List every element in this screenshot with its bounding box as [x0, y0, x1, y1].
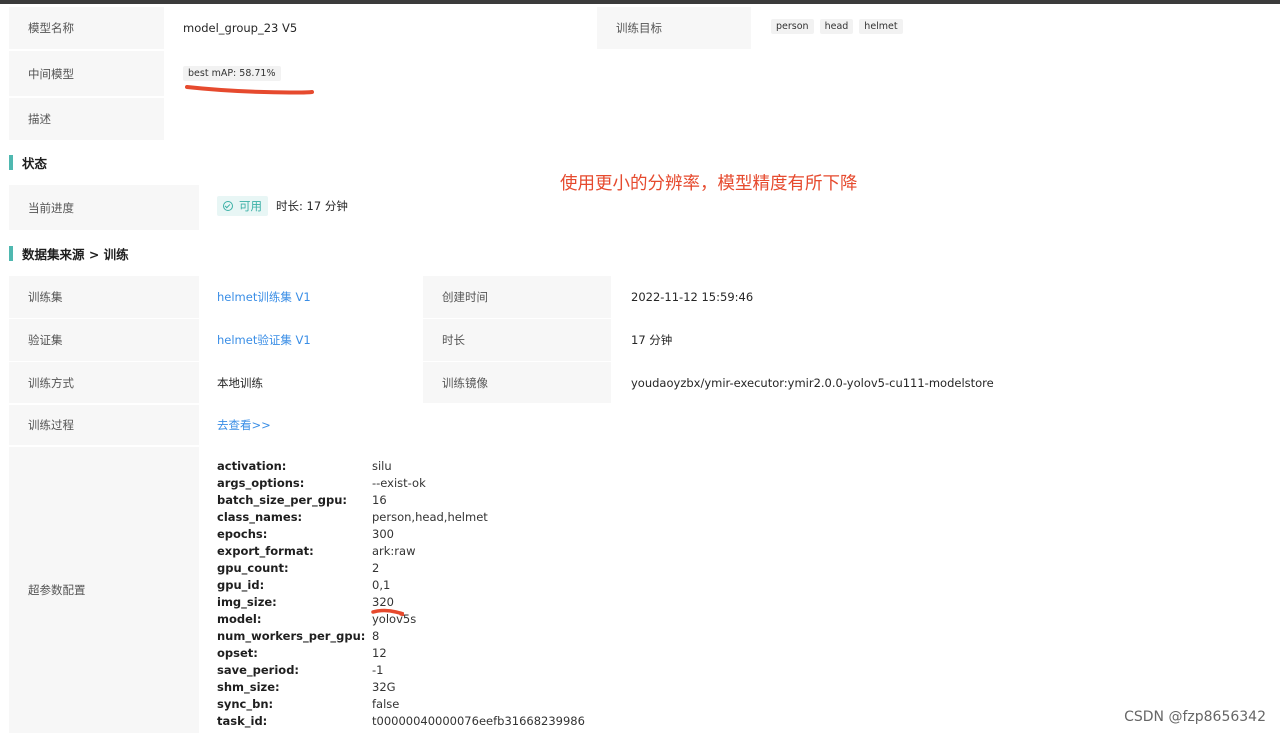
train-image-label: 训练镜像 [423, 362, 611, 403]
hyper-param-row: sync_bn: false [217, 696, 617, 713]
validation-set-label: 验证集 [9, 319, 199, 361]
description-label: 描述 [9, 98, 164, 140]
hyper-param-row: export_format: ark:raw [217, 543, 617, 560]
red-annotation-text: 使用更小的分辨率，模型精度有所下降 [560, 174, 858, 194]
current-progress-label: 当前进度 [9, 185, 199, 230]
watermark: CSDN @fzp8656342 [1124, 709, 1266, 725]
hyper-param-key: gpu_count: [217, 561, 289, 575]
hyper-param-value: 32G [372, 680, 396, 694]
hyper-param-row: gpu_id: 0,1 [217, 577, 617, 594]
train-image-value: youdaoyzbx/ymir-executor:ymir2.0.0-yolov… [631, 375, 994, 390]
red-underline-mark [185, 85, 314, 95]
hyper-param-row: num_workers_per_gpu: 8 [217, 628, 617, 645]
model-name-label: 模型名称 [9, 7, 164, 49]
created-time-value: 2022-11-12 15:59:46 [631, 290, 754, 304]
hyper-param-value: --exist-ok [372, 476, 426, 490]
hyper-param-value: silu [372, 459, 392, 473]
hyper-param-key: num_workers_per_gpu: [217, 629, 366, 643]
hyper-params-label: 超参数配置 [9, 447, 199, 733]
hyper-param-row: args_options: --exist-ok [217, 475, 617, 492]
hyper-param-key: model: [217, 612, 262, 626]
hyper-param-key: activation: [217, 459, 287, 473]
hyper-param-key: shm_size: [217, 680, 280, 694]
hyper-param-key: args_options: [217, 476, 305, 490]
hyper-param-row: activation: silu [217, 458, 617, 475]
target-tag: person [771, 18, 814, 34]
section-accent-bar [9, 246, 13, 261]
hyper-param-value: -1 [372, 663, 384, 677]
train-set-label: 训练集 [9, 276, 199, 318]
hyper-param-row: opset: 12 [217, 645, 617, 662]
validation-set-link[interactable]: helmet验证集 V1 [217, 319, 311, 361]
section-accent-bar [9, 155, 13, 170]
hyper-param-key: epochs: [217, 527, 268, 541]
intermediate-model-value: best mAP: 58.71% [183, 64, 281, 82]
train-process-label: 训练过程 [9, 405, 199, 445]
current-progress-value: 可用 时长: 17 分钟 [217, 196, 348, 216]
hyper-param-key: sync_bn: [217, 697, 274, 711]
target-tag: head [819, 18, 854, 34]
hyper-param-row: task_id: t00000040000076eefb31668239986 [217, 713, 617, 730]
train-set-link[interactable]: helmet训练集 V1 [217, 276, 311, 318]
status-duration: 时长: 17 分钟 [276, 199, 348, 213]
train-method-value: 本地训练 [217, 375, 263, 390]
hyper-param-value: false [372, 697, 400, 711]
hyper-param-key: export_format: [217, 544, 314, 558]
hyper-param-value: 300 [372, 527, 394, 541]
model-name-value: model_group_23 V5 [183, 21, 298, 35]
duration-value: 17 分钟 [631, 333, 673, 347]
hyper-param-value: 2 [372, 561, 380, 575]
hyper-param-row: shm_size: 32G [217, 679, 617, 696]
hyper-param-value: ark:raw [372, 544, 416, 558]
window-top-bar [0, 0, 1280, 4]
hyper-param-key: gpu_id: [217, 578, 265, 592]
duration-label: 时长 [423, 319, 611, 361]
best-map-tag[interactable]: best mAP: 58.71% [183, 65, 281, 81]
dataset-section-title: 数据集来源 > 训练 [9, 245, 129, 262]
hyper-param-key: save_period: [217, 663, 300, 677]
hyper-param-value: 16 [372, 493, 387, 507]
hyper-param-row: model: yolov5s [217, 611, 617, 628]
train-target-label: 训练目标 [597, 7, 751, 49]
hyper-param-row: img_size: 320 [217, 594, 617, 611]
check-circle-icon [223, 201, 233, 211]
hyper-param-value: 8 [372, 629, 380, 643]
hyper-param-key: batch_size_per_gpu: [217, 493, 347, 507]
status-badge: 可用 [217, 196, 268, 216]
hyper-param-value: 0,1 [372, 578, 391, 592]
hyper-param-row: class_names: person,head,helmet [217, 509, 617, 526]
view-process-link[interactable]: 去查看>> [217, 405, 271, 445]
train-method-label: 训练方式 [9, 362, 199, 403]
hyper-param-key: img_size: [217, 595, 277, 609]
hyper-param-row: gpu_count: 2 [217, 560, 617, 577]
hyper-param-row: epochs: 300 [217, 526, 617, 543]
status-section-title: 状态 [9, 154, 47, 171]
intermediate-model-label: 中间模型 [9, 51, 164, 96]
hyper-param-value: t00000040000076eefb31668239986 [372, 714, 585, 728]
hyper-param-row: save_period: -1 [217, 662, 617, 679]
train-target-tags: person head helmet [771, 17, 909, 35]
hyper-param-key: task_id: [217, 714, 268, 728]
target-tag: helmet [859, 18, 903, 34]
hyper-param-key: opset: [217, 646, 258, 660]
hyper-param-row: batch_size_per_gpu: 16 [217, 492, 617, 509]
hyper-param-key: class_names: [217, 510, 303, 524]
created-time-label: 创建时间 [423, 276, 611, 318]
hyper-param-value: 12 [372, 646, 387, 660]
red-underline-mark [371, 608, 404, 616]
hyper-param-value: person,head,helmet [372, 510, 488, 524]
